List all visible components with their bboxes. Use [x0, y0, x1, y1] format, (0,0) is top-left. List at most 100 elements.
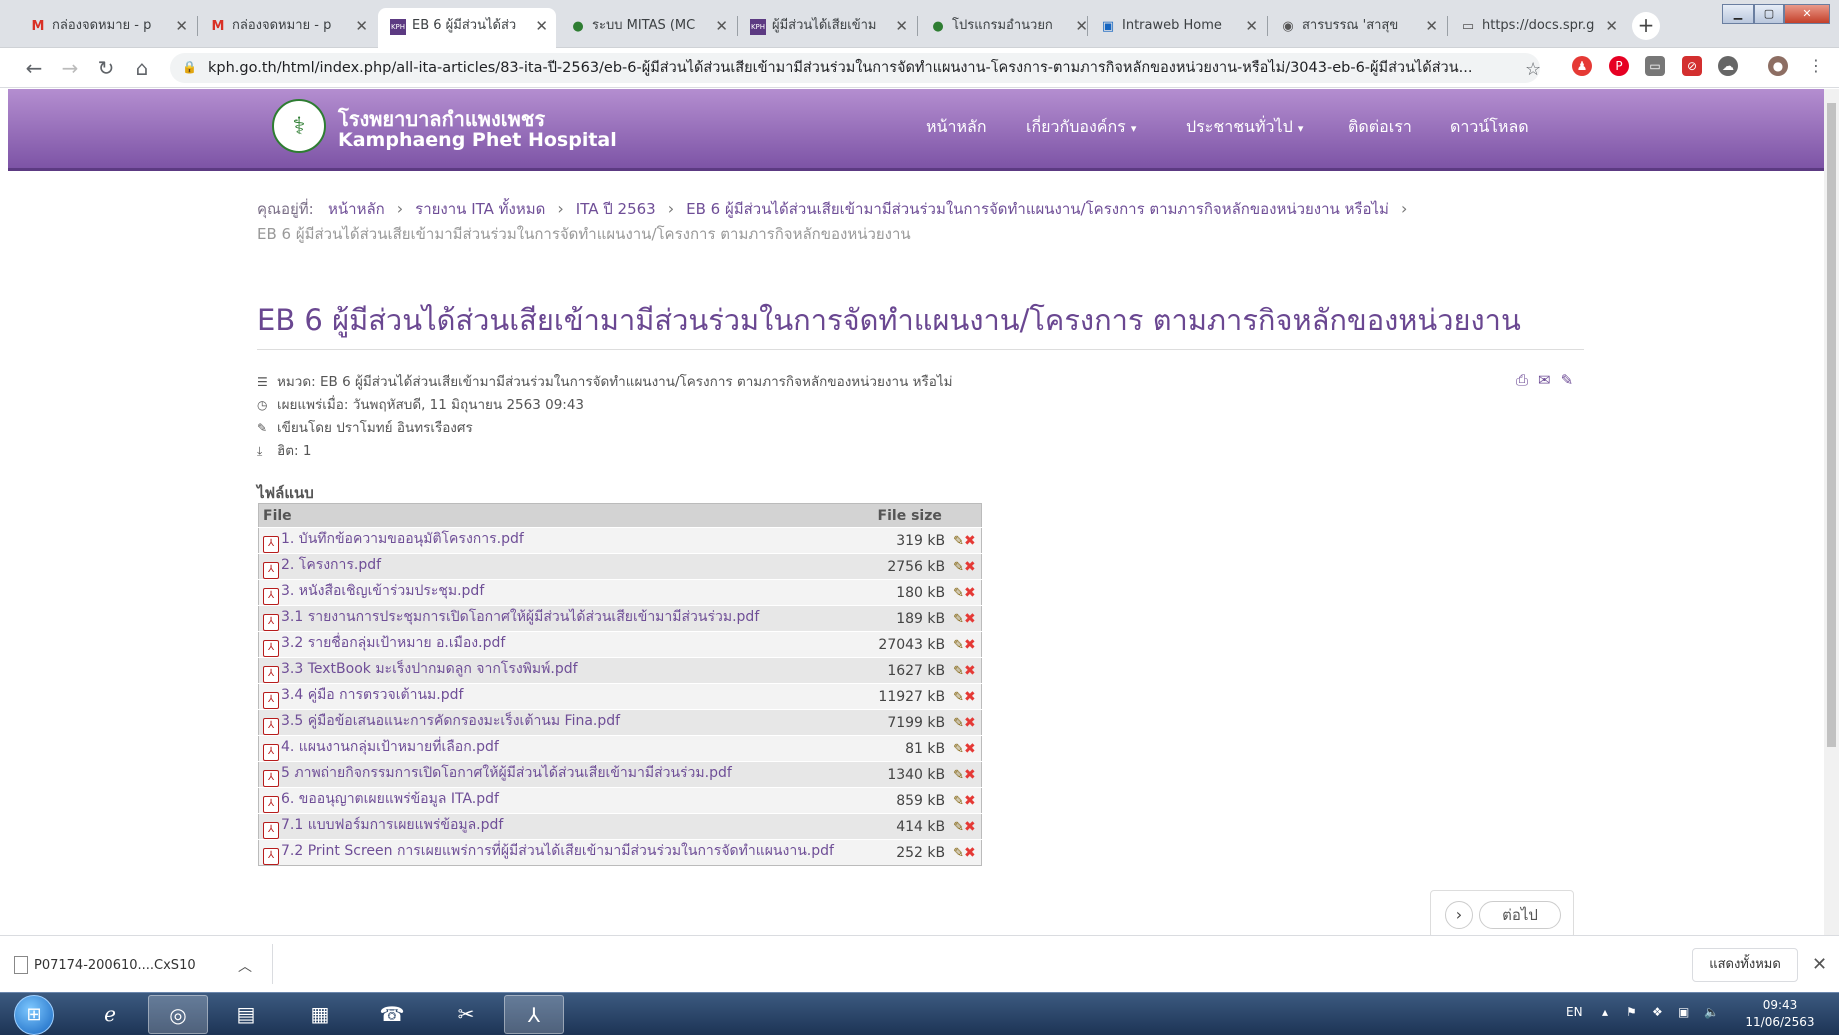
edit-pencil-icon[interactable]: ✎ — [953, 794, 964, 809]
browser-tab[interactable]: ▭ https://docs.spr.g ✕ — [1448, 8, 1626, 48]
edit-pencil-icon[interactable]: ✎ — [953, 846, 964, 861]
snipping-tool-icon[interactable]: ✂ — [436, 995, 496, 1034]
file-link[interactable]: 2. โครงการ.pdf — [281, 557, 381, 573]
browser-tab[interactable]: KPH ผู้มีส่วนได้เสียเข้าม ✕ — [738, 8, 916, 48]
browser-tab[interactable]: ▣ Intraweb Home ✕ — [1088, 8, 1266, 48]
file-link[interactable]: 7.2 Print Screen การเผยแพร่การที่ผู้มีส่… — [281, 843, 834, 859]
avatar[interactable]: ● — [1768, 56, 1788, 76]
chevron-up-icon[interactable]: ︿ — [238, 956, 252, 976]
close-icon[interactable]: ✕ — [1812, 954, 1827, 975]
delete-icon[interactable]: ✖ — [964, 585, 976, 601]
edit-pencil-icon[interactable]: ✎ — [953, 612, 964, 627]
delete-icon[interactable]: ✖ — [964, 741, 976, 757]
bookmark-star-icon[interactable]: ☆ — [1525, 59, 1541, 80]
close-tab-icon[interactable]: ✕ — [535, 8, 548, 44]
extension-icon[interactable]: ♟ — [1572, 56, 1592, 76]
file-link[interactable]: 4. แผนงานกลุ่มเป้าหมายที่เลือก.pdf — [281, 739, 499, 755]
browser-tab[interactable]: M กล่องจดหมาย - p ✕ — [198, 8, 376, 48]
edit-pencil-icon[interactable]: ✎ — [953, 820, 964, 835]
file-link[interactable]: 3. หนังสือเชิญเข้าร่วมประชุม.pdf — [281, 583, 484, 599]
calculator-icon[interactable]: ▦ — [290, 995, 350, 1034]
browser-tab[interactable]: M กล่องจดหมาย - p ✕ — [18, 8, 196, 48]
close-tab-icon[interactable]: ✕ — [175, 8, 188, 44]
system-clock[interactable]: 09:43 11/06/2563 — [1740, 997, 1820, 1031]
download-item[interactable]: P07174-200610....CxS10 — [34, 958, 196, 973]
browser-tab[interactable]: ● โปรแกรมอำนวยก ✕ — [918, 8, 1096, 48]
file-link[interactable]: 3.1 รายงานการประชุมการเปิดโอกาศให้ผู้มีส… — [281, 609, 759, 625]
menu-item-home[interactable]: หน้าหลัก — [926, 115, 987, 140]
menu-item-contact[interactable]: ติดต่อเรา — [1348, 115, 1412, 140]
address-bar[interactable]: 🔒 kph.go.th/html/index.php/all-ita-artic… — [170, 53, 1540, 83]
flag-icon[interactable]: ⚑ — [1626, 1005, 1637, 1019]
language-indicator[interactable]: EN — [1566, 1005, 1583, 1019]
file-explorer-icon[interactable]: ▤ — [216, 995, 276, 1034]
scrollbar-thumb[interactable] — [1827, 103, 1836, 747]
file-link[interactable]: 7.1 แบบฟอร์มการเผยแพร่ข้อมูล.pdf — [281, 817, 503, 833]
close-tab-icon[interactable]: ✕ — [1605, 8, 1618, 44]
close-tab-icon[interactable]: ✕ — [355, 8, 368, 44]
menu-item-download[interactable]: ดาวน์โหลด — [1450, 115, 1529, 140]
edit-pencil-icon[interactable]: ✎ — [953, 690, 964, 705]
close-tab-icon[interactable]: ✕ — [1245, 8, 1258, 44]
menu-item-public[interactable]: ประชาชนทั่วไป ▾ — [1186, 115, 1303, 140]
tray-expand-icon[interactable]: ▴ — [1602, 1005, 1608, 1019]
maximize-button[interactable]: ▢ — [1754, 4, 1784, 24]
delete-icon[interactable]: ✖ — [964, 663, 976, 679]
edit-pencil-icon[interactable]: ✎ — [953, 742, 964, 757]
site-name-en[interactable]: Kamphaeng Phet Hospital — [338, 129, 617, 151]
minimize-button[interactable]: ▁ — [1722, 4, 1754, 24]
close-tab-icon[interactable]: ✕ — [895, 8, 908, 44]
browser-tab[interactable]: ◉ สารบรรณ 'สาสุข ✕ — [1268, 8, 1446, 48]
cloud-icon[interactable]: ☁ — [1718, 56, 1738, 76]
network-icon[interactable]: ▣ — [1678, 1005, 1689, 1019]
file-link[interactable]: 5 ภาพถ่ายกิจกรรมการเปิดโอกาศให้ผู้มีส่วน… — [281, 765, 732, 781]
breadcrumb-link[interactable]: รายงาน ITA ทั้งหมด — [415, 200, 545, 218]
close-tab-icon[interactable]: ✕ — [715, 8, 728, 44]
internet-explorer-icon[interactable]: ℯ — [80, 995, 140, 1034]
close-window-button[interactable]: ✕ — [1784, 4, 1830, 24]
print-icon[interactable]: ⎙ — [1516, 371, 1528, 389]
delete-icon[interactable]: ✖ — [964, 793, 976, 809]
file-link[interactable]: 3.3 TextBook มะเร็งปากมดลูก จากโรงพิมพ์.… — [281, 661, 578, 677]
pinterest-icon[interactable]: P — [1609, 56, 1629, 76]
breadcrumb-link[interactable]: หน้าหลัก — [328, 200, 385, 218]
email-icon[interactable]: ✉ — [1538, 371, 1551, 389]
next-page-button[interactable]: ต่อไป — [1479, 901, 1561, 929]
extension-icon[interactable]: ⊘ — [1682, 56, 1702, 76]
hospital-logo[interactable]: ⚕ — [272, 99, 326, 153]
file-link[interactable]: 3.2 รายชื่อกลุ่มเป้าหมาย อ.เมือง.pdf — [281, 635, 505, 651]
new-tab-button[interactable]: + — [1632, 12, 1660, 40]
file-link[interactable]: 1. บันทึกข้อความขออนุมัติโครงการ.pdf — [281, 531, 524, 547]
menu-icon[interactable]: ⋮ — [1806, 56, 1826, 76]
dropbox-icon[interactable]: ❖ — [1652, 1005, 1663, 1019]
start-button[interactable]: ⊞ — [14, 995, 54, 1035]
chrome-icon[interactable]: ◎ — [148, 995, 208, 1034]
edit-pencil-icon[interactable]: ✎ — [953, 638, 964, 653]
menu-item-about[interactable]: เกี่ยวกับองค์กร ▾ — [1026, 115, 1136, 140]
edit-pencil-icon[interactable]: ✎ — [953, 560, 964, 575]
edit-pencil-icon[interactable]: ✎ — [953, 664, 964, 679]
edit-icon[interactable]: ✎ — [1561, 371, 1574, 389]
delete-icon[interactable]: ✖ — [964, 845, 976, 861]
show-all-downloads-button[interactable]: แสดงทั้งหมด — [1692, 948, 1798, 982]
delete-icon[interactable]: ✖ — [964, 819, 976, 835]
edit-pencil-icon[interactable]: ✎ — [953, 586, 964, 601]
chevron-right-icon[interactable]: › — [1445, 901, 1473, 929]
home-icon[interactable]: ⌂ — [130, 56, 154, 80]
delete-icon[interactable]: ✖ — [964, 559, 976, 575]
extension-icon[interactable]: ▭ — [1645, 56, 1665, 76]
volume-icon[interactable]: 🔈 — [1704, 1005, 1719, 1019]
edit-pencil-icon[interactable]: ✎ — [953, 716, 964, 731]
file-link[interactable]: 3.5 คู่มือข้อเสนอแนะการคัดกรองมะเร็งเต้า… — [281, 713, 620, 729]
browser-tab[interactable]: ● ระบบ MITAS (MC ✕ — [558, 8, 736, 48]
scrollbar[interactable] — [1824, 89, 1839, 935]
close-tab-icon[interactable]: ✕ — [1425, 8, 1438, 44]
edit-pencil-icon[interactable]: ✎ — [953, 534, 964, 549]
forward-arrow-icon[interactable]: → — [58, 56, 82, 80]
delete-icon[interactable]: ✖ — [964, 767, 976, 783]
line-app-icon[interactable]: ☎ — [362, 995, 422, 1034]
browser-tab-active[interactable]: KPH EB 6 ผู้มีส่วนได้ส่ว ✕ — [378, 8, 556, 48]
back-arrow-icon[interactable]: ← — [22, 56, 46, 80]
file-link[interactable]: 3.4 คู่มือ การตรวจเต้านม.pdf — [281, 687, 463, 703]
delete-icon[interactable]: ✖ — [964, 637, 976, 653]
